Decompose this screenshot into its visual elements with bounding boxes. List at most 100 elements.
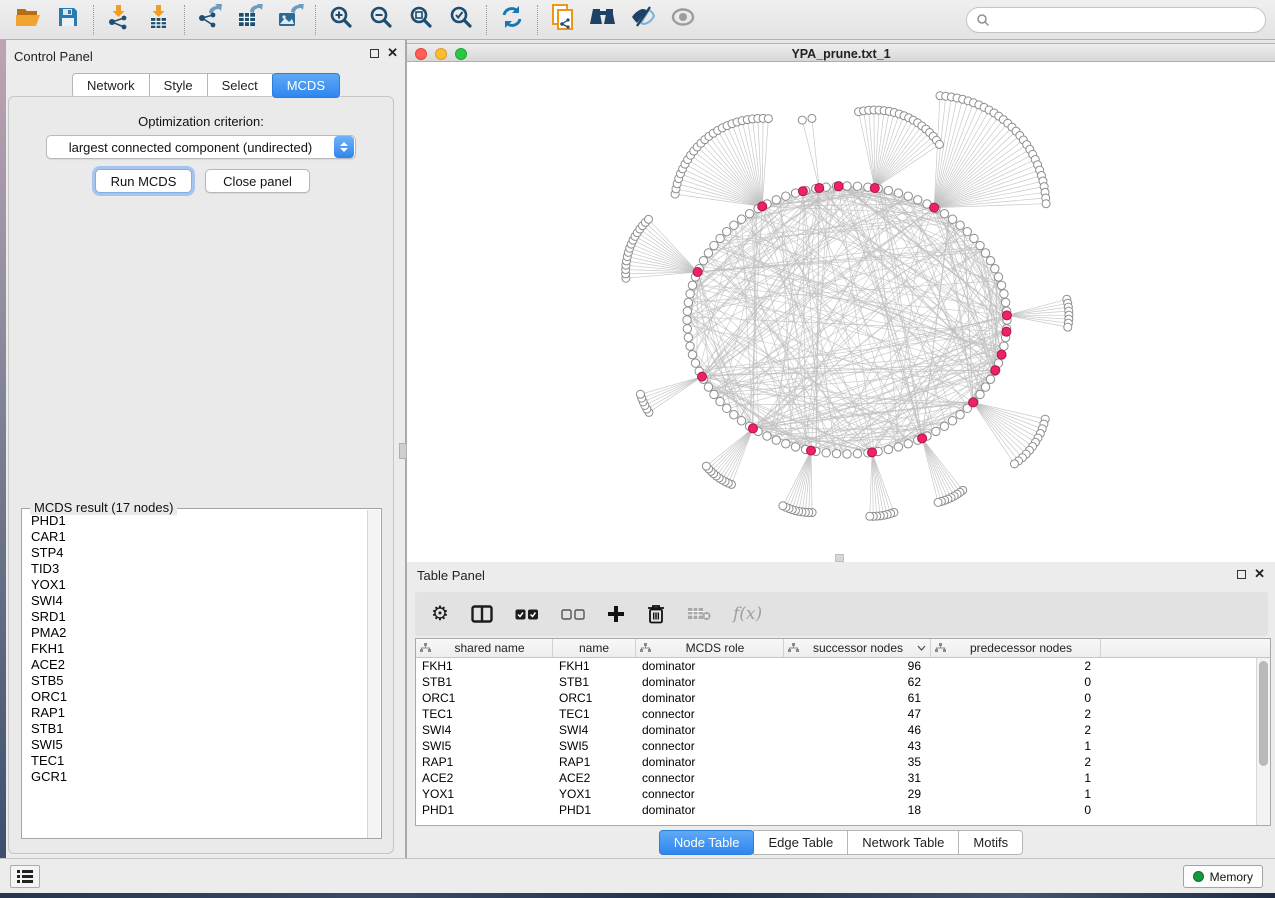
tab-network-table[interactable]: Network Table bbox=[847, 830, 959, 855]
table-row[interactable]: YOX1YOX1connector291 bbox=[416, 786, 1256, 802]
show-all-button[interactable] bbox=[663, 4, 703, 36]
table-row[interactable]: RAP1RAP1dominator352 bbox=[416, 754, 1256, 770]
zoom-out-button[interactable] bbox=[361, 4, 401, 36]
refresh-button[interactable] bbox=[492, 4, 532, 36]
table-row[interactable]: PHD1PHD1dominator180 bbox=[416, 802, 1256, 818]
table-cell: 2 bbox=[931, 706, 1101, 722]
namespace-icon bbox=[640, 643, 651, 653]
clone-network-button[interactable] bbox=[543, 4, 583, 36]
criterion-dropdown[interactable]: largest connected component (undirected) bbox=[46, 135, 356, 159]
task-list-icon bbox=[17, 870, 33, 883]
mcds-result-item[interactable]: STP4 bbox=[23, 545, 368, 561]
mcds-result-item[interactable]: SWI4 bbox=[23, 593, 368, 609]
table-cell: 2 bbox=[931, 754, 1101, 770]
table-cell: 1 bbox=[931, 786, 1101, 802]
delete-table-icon[interactable] bbox=[687, 607, 711, 621]
task-history-button[interactable] bbox=[10, 865, 40, 888]
tab-style[interactable]: Style bbox=[149, 73, 208, 98]
table-row[interactable]: ACE2ACE2connector311 bbox=[416, 770, 1256, 786]
tab-mcds[interactable]: MCDS bbox=[272, 73, 340, 98]
sort-desc-icon bbox=[917, 645, 926, 651]
close-panel-button[interactable]: Close panel bbox=[205, 169, 310, 193]
table-mode-gear-icon[interactable]: ⚙ bbox=[431, 604, 449, 624]
table-cell: dominator bbox=[636, 802, 784, 818]
function-builder-fx-icon[interactable]: f(x) bbox=[733, 604, 762, 624]
memory-button[interactable]: Memory bbox=[1183, 865, 1263, 888]
mcds-result-item[interactable]: GCR1 bbox=[23, 769, 368, 785]
table-row[interactable]: SWI4SWI4dominator462 bbox=[416, 722, 1256, 738]
mcds-result-item[interactable]: TID3 bbox=[23, 561, 368, 577]
splitter-grip[interactable] bbox=[399, 443, 407, 459]
table-cell: dominator bbox=[636, 754, 784, 770]
network-view-resize-handle[interactable] bbox=[835, 554, 844, 562]
import-table-button[interactable] bbox=[139, 4, 179, 36]
status-bar: Memory bbox=[0, 858, 1275, 893]
close-table-panel-icon[interactable]: ✕ bbox=[1254, 569, 1265, 579]
table-row[interactable]: ORC1ORC1dominator610 bbox=[416, 690, 1256, 706]
toolbar-search[interactable] bbox=[966, 7, 1266, 33]
table-row[interactable]: TEC1TEC1connector472 bbox=[416, 706, 1256, 722]
table-cell: 43 bbox=[784, 738, 931, 754]
tab-select[interactable]: Select bbox=[207, 73, 273, 98]
column-header-name[interactable]: name bbox=[553, 639, 636, 657]
export-table-icon bbox=[236, 4, 264, 35]
export-image-button[interactable] bbox=[270, 4, 310, 36]
float-panel-icon[interactable] bbox=[370, 49, 379, 58]
mcds-result-item[interactable]: CAR1 bbox=[23, 529, 368, 545]
hide-selected-button[interactable] bbox=[623, 4, 663, 36]
mcds-result-item[interactable]: FKH1 bbox=[23, 641, 368, 657]
open-folder-icon bbox=[15, 6, 41, 33]
tab-edge-table[interactable]: Edge Table bbox=[753, 830, 848, 855]
mcds-result-item[interactable]: RAP1 bbox=[23, 705, 368, 721]
table-row[interactable]: FKH1FKH1dominator962 bbox=[416, 658, 1256, 674]
show-columns-icon[interactable] bbox=[471, 605, 493, 623]
open-file-button[interactable] bbox=[8, 4, 48, 36]
table-cell bbox=[1101, 690, 1256, 706]
table-row[interactable]: STB1STB1dominator620 bbox=[416, 674, 1256, 690]
mcds-result-item[interactable]: TEC1 bbox=[23, 753, 368, 769]
mcds-result-item[interactable]: ORC1 bbox=[23, 689, 368, 705]
mcds-result-item[interactable]: STB5 bbox=[23, 673, 368, 689]
mcds-result-item[interactable]: SWI5 bbox=[23, 737, 368, 753]
tab-motifs[interactable]: Motifs bbox=[958, 830, 1023, 855]
float-table-panel-icon[interactable] bbox=[1237, 570, 1246, 579]
table-cell: FKH1 bbox=[553, 658, 636, 674]
tab-node-table[interactable]: Node Table bbox=[659, 830, 755, 855]
add-column-plus-icon[interactable] bbox=[607, 605, 625, 623]
table-cell: PHD1 bbox=[553, 802, 636, 818]
select-all-checkbox-icon[interactable] bbox=[515, 609, 539, 620]
column-header-shared-name[interactable]: shared name bbox=[416, 639, 553, 657]
mcds-result-item[interactable]: YOX1 bbox=[23, 577, 368, 593]
table-cell: RAP1 bbox=[416, 754, 553, 770]
mcds-result-item[interactable]: SRD1 bbox=[23, 609, 368, 625]
mcds-list-scrollbar[interactable] bbox=[367, 510, 380, 838]
table-scrollbar-thumb[interactable] bbox=[1259, 661, 1268, 766]
mcds-result-item[interactable]: ACE2 bbox=[23, 657, 368, 673]
tab-network[interactable]: Network bbox=[72, 73, 150, 98]
search-input[interactable] bbox=[994, 12, 1265, 28]
save-session-button[interactable] bbox=[48, 4, 88, 36]
mcds-result-item[interactable]: PMA2 bbox=[23, 625, 368, 641]
close-panel-icon[interactable]: ✕ bbox=[387, 48, 398, 58]
search-binoculars-button[interactable] bbox=[583, 4, 623, 36]
zoom-selected-button[interactable] bbox=[441, 4, 481, 36]
import-network-button[interactable] bbox=[99, 4, 139, 36]
zoom-in-button[interactable] bbox=[321, 4, 361, 36]
table-cell: 18 bbox=[784, 802, 931, 818]
network-view-canvas[interactable] bbox=[407, 62, 1275, 562]
mcds-result-item[interactable]: PHD1 bbox=[23, 513, 368, 529]
deselect-all-checkbox-icon[interactable] bbox=[561, 609, 585, 620]
column-header-predecessor-nodes[interactable]: predecessor nodes bbox=[931, 639, 1101, 657]
column-header-mcds-role[interactable]: MCDS role bbox=[636, 639, 784, 657]
export-table-button[interactable] bbox=[230, 4, 270, 36]
toolbar-separator bbox=[184, 5, 185, 35]
table-row[interactable]: SWI5SWI5connector431 bbox=[416, 738, 1256, 754]
mcds-panel-body: Optimization criterion: largest connecte… bbox=[8, 96, 394, 854]
zoom-fit-button[interactable] bbox=[401, 4, 441, 36]
table-scrollbar[interactable] bbox=[1256, 658, 1270, 825]
run-mcds-button[interactable]: Run MCDS bbox=[95, 169, 192, 193]
column-header-successor-nodes[interactable]: successor nodes bbox=[784, 639, 931, 657]
export-network-button[interactable] bbox=[190, 4, 230, 36]
mcds-result-item[interactable]: STB1 bbox=[23, 721, 368, 737]
delete-column-trash-icon[interactable] bbox=[647, 604, 665, 624]
